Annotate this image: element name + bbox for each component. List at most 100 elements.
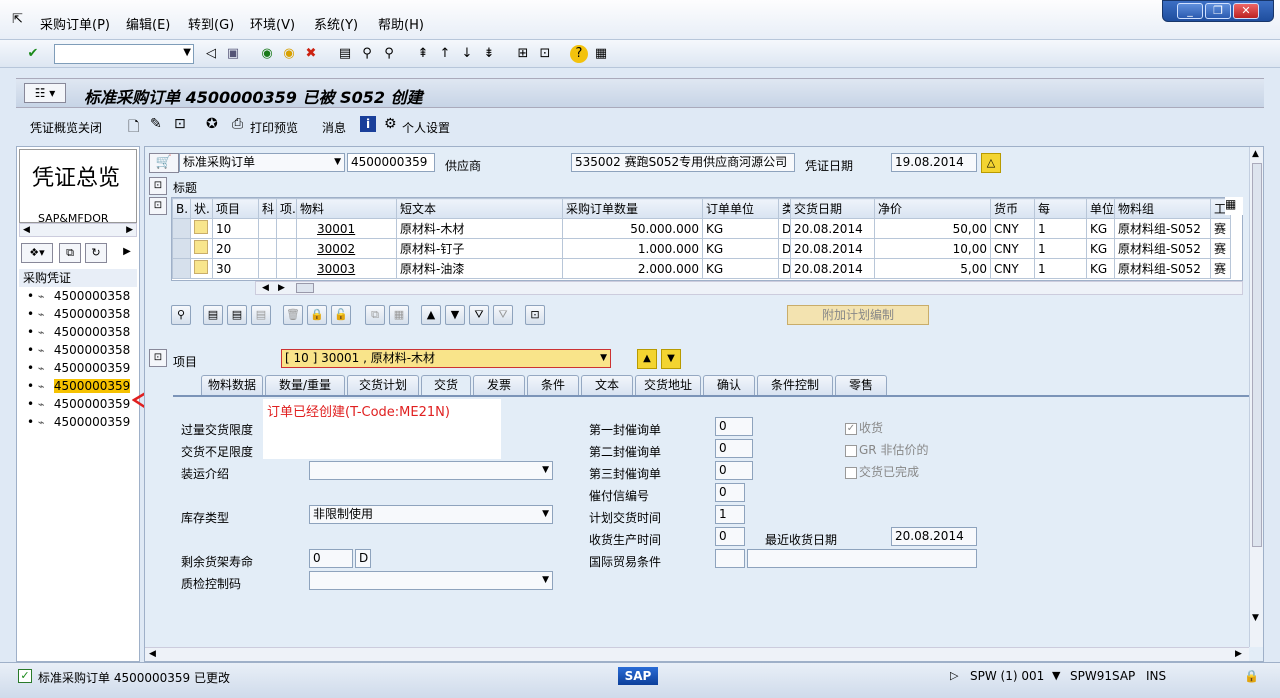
column-header[interactable]: 项. [276, 198, 297, 219]
menu-purchase-order[interactable]: 采购订单(P) [40, 14, 110, 33]
scroll-thumb[interactable] [1252, 163, 1262, 547]
menu-help[interactable]: 帮助(H) [378, 14, 424, 33]
personal-settings-icon[interactable]: ⚙ [384, 116, 397, 132]
column-header[interactable]: 净价 [874, 198, 991, 219]
enter-icon[interactable]: ✔ [24, 45, 42, 63]
lock-icon[interactable]: 🔒 [307, 305, 327, 325]
last-page-icon[interactable]: ⇟ [480, 45, 498, 63]
tab-2[interactable]: 交货计划 [347, 375, 419, 395]
table-cell[interactable]: 赛 [1210, 258, 1231, 279]
menu-environment[interactable]: 环境(V) [250, 14, 295, 33]
tree-item[interactable]: • ⌁ 4500000359 [27, 359, 130, 377]
filter-settings-icon[interactable]: ⛛ [493, 305, 513, 325]
column-header[interactable]: 货币 [990, 198, 1035, 219]
table-cell[interactable] [190, 218, 213, 239]
menu-exit-icon[interactable]: ⇱ [12, 12, 23, 27]
exit-icon[interactable]: ◉ [280, 45, 298, 63]
table-cell[interactable]: 2.000.000 [562, 258, 703, 279]
dunning-field[interactable]: 0 [715, 483, 745, 502]
doc-number-field[interactable]: 4500000359 [347, 153, 435, 172]
remaining-shelf-unit[interactable]: D [355, 549, 371, 568]
column-header[interactable]: 每 [1034, 198, 1087, 219]
minimize-button[interactable]: _ [1177, 3, 1203, 19]
table-cell[interactable]: 30001 [296, 218, 397, 239]
table-cell[interactable]: CNY [990, 238, 1035, 259]
expand-header-icon[interactable]: ⊡ [149, 177, 167, 195]
table-settings-icon[interactable]: ▦ [1225, 197, 1243, 215]
table-cell[interactable]: 20.08.2014 [790, 238, 875, 259]
doc-type-select[interactable]: 标准采购订单 ▼ [179, 153, 345, 172]
tab-0[interactable]: 物料数据 [201, 375, 263, 395]
collapse-items-icon[interactable]: ⊡ [149, 197, 167, 215]
table-cell[interactable]: 20.08.2014 [790, 218, 875, 239]
menu-edit[interactable]: 编辑(E) [126, 14, 170, 33]
back-icon[interactable]: ◉ [258, 45, 276, 63]
scroll-right-icon[interactable]: ▶ [1235, 649, 1242, 659]
table-cell[interactable]: 赛 [1210, 238, 1231, 259]
tree-root[interactable]: 采购凭证 [19, 269, 137, 287]
overview-scrollbar[interactable]: ◀ ▶ [19, 223, 137, 237]
selection-variant-icon[interactable]: ❖▾ [21, 243, 53, 263]
table-cell[interactable]: 赛 [1210, 218, 1231, 239]
scroll-left-icon[interactable]: ◀ [23, 225, 30, 235]
tree-item[interactable]: • ⌁ 4500000359 [27, 377, 131, 395]
restore-button[interactable]: ❐ [1205, 3, 1231, 19]
tab-6[interactable]: 文本 [581, 375, 633, 395]
paste-icon[interactable]: ▦ [389, 305, 409, 325]
deselect-icon[interactable]: ▤ [251, 305, 271, 325]
table-cell[interactable]: D [778, 258, 791, 279]
find-icon[interactable]: ⚲ [358, 45, 376, 63]
vendor-field[interactable]: 535002 赛跑S052专用供应商河源公司 [571, 153, 795, 172]
scroll-left-icon[interactable]: ◀ [262, 283, 269, 293]
doc-date-field[interactable]: 19.08.2014 [891, 153, 977, 172]
column-header[interactable]: 类 [778, 198, 791, 219]
additional-planning-button[interactable]: 附加计划编制 [787, 305, 929, 325]
table-cell[interactable]: KG [702, 238, 779, 259]
cancel-icon[interactable]: ✖ [302, 45, 320, 63]
column-header[interactable]: 状. [190, 198, 213, 219]
stock-type-select[interactable]: 非限制使用 ▼ [309, 505, 553, 524]
table-cell[interactable]: 1 [1034, 238, 1087, 259]
other-po-icon[interactable]: ✪ [206, 116, 218, 132]
table-cell[interactable]: 30003 [296, 258, 397, 279]
header-label[interactable]: 标题 [173, 179, 197, 196]
table-cell[interactable]: D [778, 218, 791, 239]
create-icon[interactable]: 🗋 [128, 116, 139, 140]
shortcut-icon[interactable]: ⊡ [536, 45, 554, 63]
table-cell[interactable] [276, 238, 297, 259]
command-field[interactable]: ▼ [54, 44, 194, 64]
table-row[interactable]: 30 30003 原材料-油漆 2.000.000 KG D 20.08.2014 5,00 C… [172, 258, 1231, 279]
warning-icon[interactable]: △ [981, 153, 1001, 173]
table-cell[interactable]: 原材料-木材 [396, 218, 563, 239]
table-cell[interactable] [190, 238, 213, 259]
table-cell[interactable]: 50.000.000 [562, 218, 703, 239]
table-cell[interactable]: 20.08.2014 [790, 258, 875, 279]
column-header[interactable]: 物料 [296, 198, 397, 219]
prev-page-icon[interactable]: ↑ [436, 45, 454, 63]
gr-time-field[interactable]: 0 [715, 527, 745, 546]
table-cell[interactable] [258, 258, 277, 279]
select-all-icon[interactable]: ▤ [203, 305, 223, 325]
first-page-icon[interactable]: ⇞ [414, 45, 432, 63]
next-page-icon[interactable]: ↓ [458, 45, 476, 63]
scroll-up-icon[interactable]: ▲ [1252, 149, 1259, 159]
tree-item[interactable]: • ⌁ 4500000359 [27, 395, 130, 413]
menu-goto[interactable]: 转到(G) [188, 14, 234, 33]
table-cell[interactable]: 原材料-油漆 [396, 258, 563, 279]
qc-code-select[interactable]: ▼ [309, 571, 553, 590]
info-icon[interactable]: i [360, 116, 376, 132]
find-next-icon[interactable]: ⚲ [380, 45, 398, 63]
collapse-item-icon[interactable]: ⊡ [149, 349, 167, 367]
last-gr-date-field[interactable]: 20.08.2014 [891, 527, 977, 546]
column-header[interactable]: 采购订单数量 [562, 198, 703, 219]
unlock-icon[interactable]: 🔓 [331, 305, 351, 325]
delivery-done-checkbox[interactable]: 交货已完成 [845, 463, 919, 480]
table-cell[interactable]: 30 [212, 258, 259, 279]
overview-close-button[interactable]: 凭证概览关闭 [30, 119, 102, 136]
table-cell[interactable]: 10,00 [874, 238, 991, 259]
main-hscroll[interactable]: ◀ ▶ [145, 647, 1249, 661]
sort-desc-icon[interactable]: ▼ [445, 305, 465, 325]
table-cell[interactable]: KG [1086, 238, 1115, 259]
table-cell[interactable]: 1 [1034, 218, 1087, 239]
print-icon[interactable]: ▤ [336, 45, 354, 63]
